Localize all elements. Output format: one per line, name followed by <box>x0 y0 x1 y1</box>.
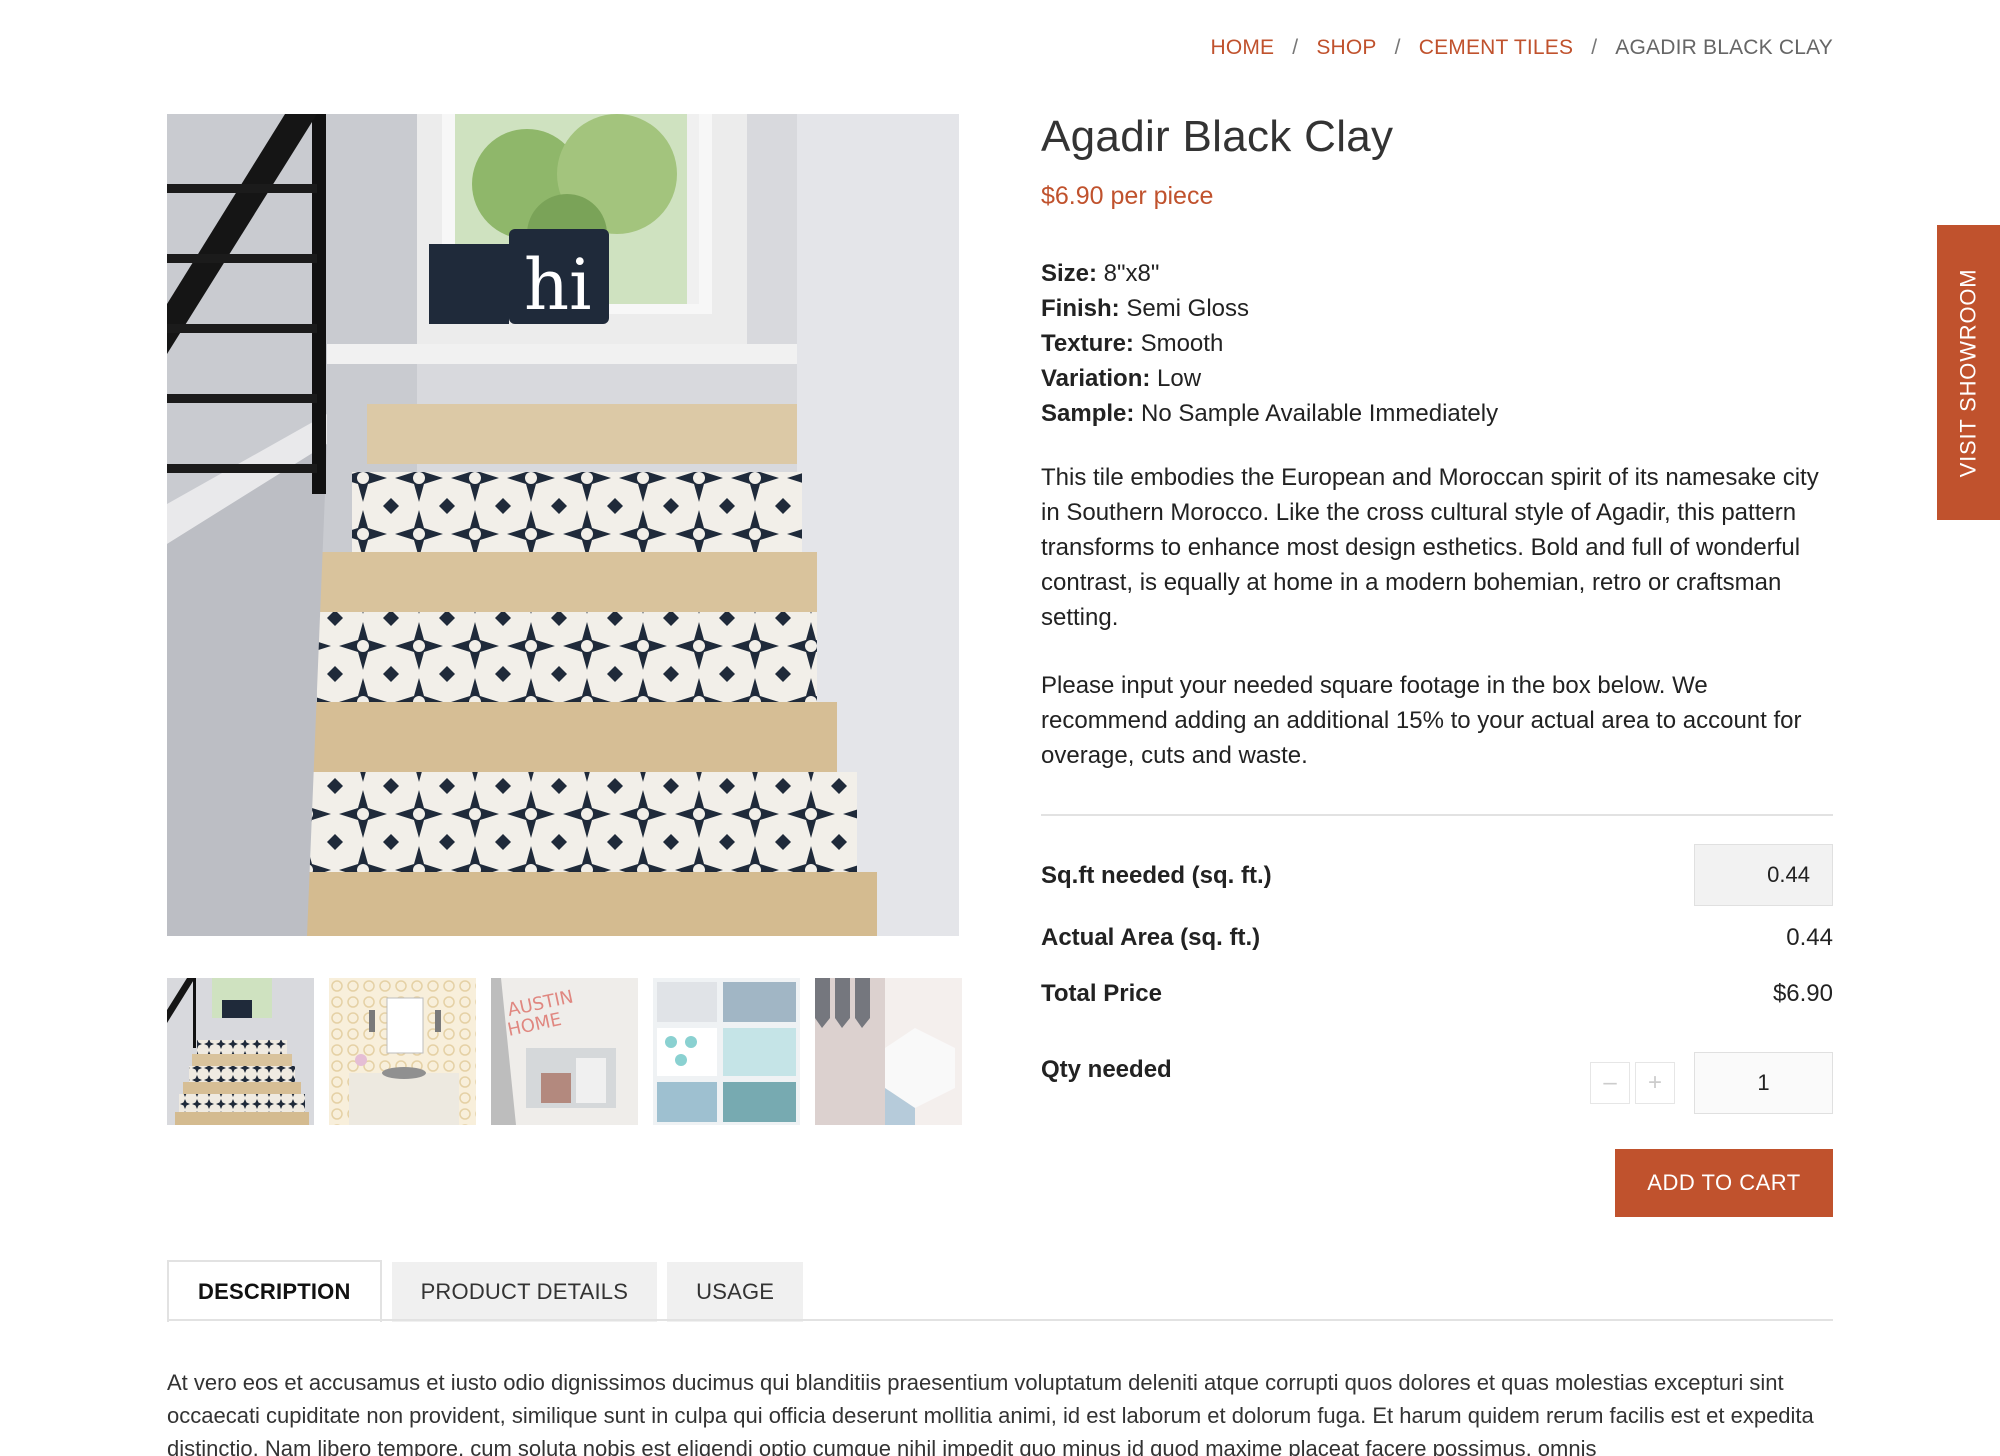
spec-value: Smooth <box>1133 330 1224 357</box>
breadcrumb-shop[interactable]: SHOP <box>1316 36 1376 60</box>
spec-texture: Texture: Smooth <box>1041 326 1498 361</box>
section-divider <box>1041 814 1833 816</box>
actual-area-value: 0.44 <box>1786 924 1833 951</box>
spec-value: No Sample Available Immediately <box>1134 400 1499 427</box>
breadcrumb-separator: / <box>1394 36 1401 59</box>
thumbnail-tile-samples[interactable] <box>653 978 800 1125</box>
spec-size: Size: 8"x8" <box>1041 256 1498 291</box>
add-to-cart-button[interactable]: ADD TO CART <box>1615 1149 1833 1217</box>
breadcrumb-cement-tiles[interactable]: CEMENT TILES <box>1419 36 1574 60</box>
spec-label: Finish: <box>1041 295 1120 322</box>
svg-text:HOME: HOME <box>506 1009 564 1041</box>
breadcrumb-separator: / <box>1292 36 1299 59</box>
tab-content-description: At vero eos et accusamus et iusto odio d… <box>167 1370 1814 1456</box>
spec-sample: Sample: No Sample Available Immediately <box>1041 396 1498 431</box>
spec-label: Texture: <box>1041 330 1134 357</box>
svg-text:hi: hi <box>524 244 591 326</box>
product-price: $6.90 per piece <box>1041 182 1214 210</box>
qty-input[interactable] <box>1694 1052 1833 1114</box>
tab-usage[interactable]: USAGE <box>667 1262 804 1322</box>
product-title: Agadir Black Clay <box>1041 112 1394 161</box>
spec-finish: Finish: Semi Gloss <box>1041 291 1498 326</box>
breadcrumb-separator: / <box>1591 36 1598 59</box>
breadcrumb: HOME / SHOP / CEMENT TILES / AGADIR BLAC… <box>1210 36 1833 60</box>
breadcrumb-home[interactable]: HOME <box>1210 36 1274 60</box>
total-price-label: Total Price <box>1041 980 1162 1007</box>
tab-product-details[interactable]: PRODUCT DETAILS <box>391 1262 658 1322</box>
thumbnail-bathroom[interactable] <box>329 978 476 1125</box>
actual-area-label: Actual Area (sq. ft.) <box>1041 924 1261 951</box>
visit-showroom-button[interactable]: VISIT SHOWROOM <box>1937 225 2000 520</box>
spec-label: Sample: <box>1041 400 1135 427</box>
spec-variation: Variation: Low <box>1041 361 1498 396</box>
qty-increase-button[interactable]: + <box>1635 1062 1675 1104</box>
svg-text:AUSTIN: AUSTIN <box>506 986 576 1020</box>
thumbnail-magazine[interactable]: AUSTIN HOME <box>491 978 638 1125</box>
product-tabs: DESCRIPTION PRODUCT DETAILS USAGE <box>167 1260 813 1322</box>
sqft-instructions: Please input your needed square footage … <box>1041 672 1802 769</box>
spec-value: 8"x8" <box>1097 260 1160 287</box>
qty-decrease-button[interactable]: – <box>1590 1062 1630 1104</box>
product-specs: Size: 8"x8" Finish: Semi Gloss Texture: … <box>1041 256 1498 431</box>
thumbnail-stairs[interactable] <box>167 978 314 1125</box>
sqft-input[interactable] <box>1694 844 1833 906</box>
tab-description[interactable]: DESCRIPTION <box>167 1260 382 1322</box>
breadcrumb-current: AGADIR BLACK CLAY <box>1615 36 1833 59</box>
product-description: This tile embodies the European and Moro… <box>1041 464 1819 631</box>
tabs-divider <box>167 1319 1833 1321</box>
spec-value: Low <box>1150 365 1202 392</box>
product-main-image[interactable]: hi <box>167 114 959 936</box>
visit-showroom-label: VISIT SHOWROOM <box>1955 268 1981 477</box>
sqft-label: Sq.ft needed (sq. ft.) <box>1041 862 1272 889</box>
qty-label: Qty needed <box>1041 1056 1172 1083</box>
thumbnail-geometric-tiles[interactable] <box>815 978 962 1125</box>
spec-label: Size: <box>1041 260 1098 287</box>
total-price-value: $6.90 <box>1772 980 1833 1007</box>
spec-value: Semi Gloss <box>1119 295 1250 322</box>
spec-label: Variation: <box>1041 365 1151 392</box>
thumbnail-strip: AUSTIN HOME <box>167 978 962 1125</box>
